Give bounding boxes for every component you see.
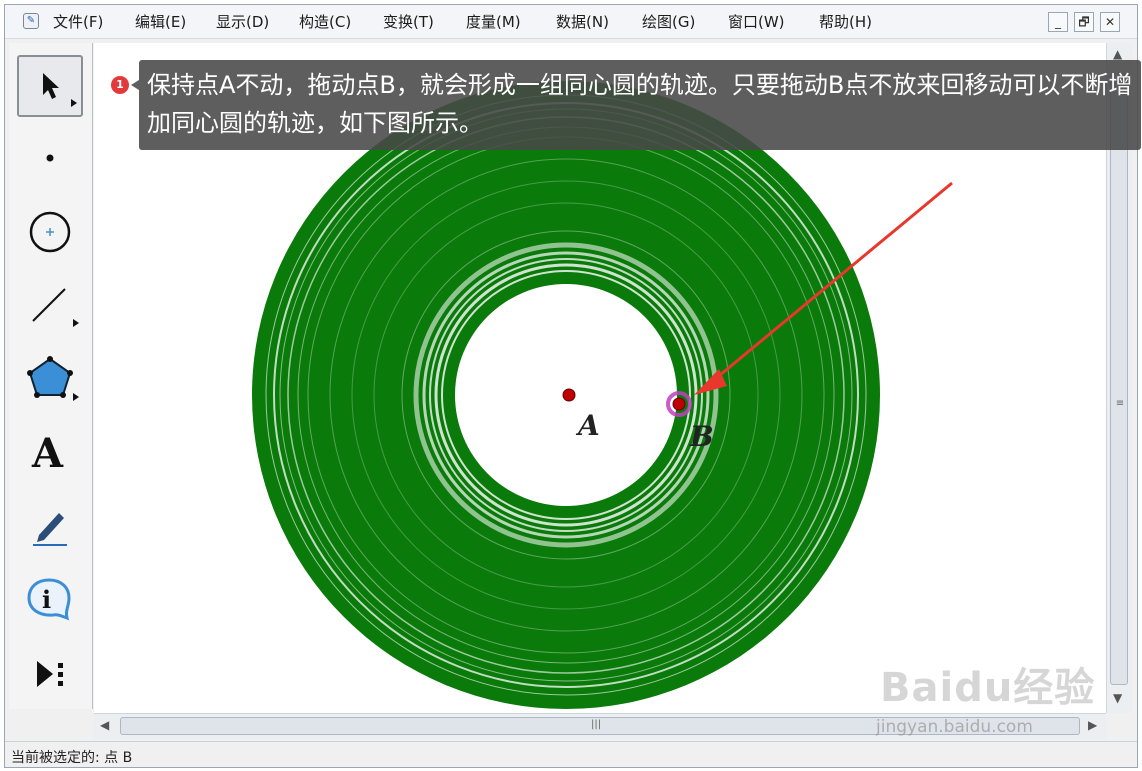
menu-graph[interactable]: 绘图(G) [642, 11, 695, 32]
instruction-callout: 保持点A不动，拖动点B，就会形成一组同心圆的轨迹。只要拖动B点不放来回移动可以不… [139, 60, 1141, 150]
straightedge-tool[interactable] [17, 273, 83, 335]
menu-transform[interactable]: 变换(T) [383, 11, 434, 32]
pen-marker-icon [33, 513, 67, 546]
status-text: 当前被选定的: 点 B [11, 750, 133, 766]
custom-tool[interactable] [17, 643, 83, 705]
point-icon [46, 154, 54, 162]
watermark-logo: Baidu经验 [880, 665, 1096, 711]
point-b[interactable] [672, 397, 686, 411]
polygon-tool[interactable] [17, 347, 83, 409]
grip-icon: ≡ [1115, 398, 1125, 409]
point-a[interactable] [562, 388, 576, 402]
play-more-icon [37, 661, 63, 687]
menu-help[interactable]: 帮助(H) [819, 11, 872, 32]
minimize-button[interactable]: _ [1048, 12, 1068, 32]
menu-file[interactable]: 文件(F) [53, 11, 103, 32]
menu-window[interactable]: 窗口(W) [728, 11, 785, 32]
scroll-up-icon[interactable]: ▲ [1113, 47, 1122, 61]
text-tool[interactable]: A [17, 421, 83, 483]
information-tool[interactable]: i [17, 569, 83, 631]
marker-tool[interactable] [17, 495, 83, 557]
submenu-indicator-icon [73, 319, 79, 327]
vertical-scroll-thumb[interactable]: ≡ [1110, 73, 1128, 685]
app-icon[interactable]: ✎ [23, 13, 39, 29]
compass-tool[interactable] [17, 201, 83, 263]
menu-data[interactable]: 数据(N) [556, 11, 609, 32]
menu-construct[interactable]: 构造(C) [299, 11, 351, 32]
close-button[interactable]: ✕ [1100, 12, 1120, 32]
info-bubble-icon: i [27, 578, 71, 621]
restore-button[interactable]: 🗗 [1074, 12, 1094, 32]
menu-bar: ✎ 文件(F) 编辑(E) 显示(D) 构造(C) 变换(T) 度量(M) 数据… [5, 5, 1137, 39]
grip-icon: ||| [591, 719, 602, 730]
submenu-indicator-icon [71, 99, 77, 107]
arrow-icon [43, 73, 59, 99]
baidu-jingyan-watermark: Baidu经验 jingyan.baidu.com [870, 645, 1130, 745]
watermark-url: jingyan.baidu.com [876, 717, 1033, 737]
point-a-label: A [575, 409, 600, 442]
arrow-select-tool[interactable] [17, 55, 83, 117]
polygon-icon [27, 356, 73, 398]
text-a-icon: A [31, 430, 64, 475]
menu-measure[interactable]: 度量(M) [466, 11, 521, 32]
point-b-label: B [689, 420, 714, 453]
svg-text:A: A [31, 430, 64, 475]
point-tool[interactable] [17, 127, 83, 189]
menu-display[interactable]: 显示(D) [216, 11, 269, 32]
svg-text:i: i [42, 585, 51, 614]
scroll-left-icon[interactable]: ◀ [100, 718, 109, 732]
instruction-text: 保持点A不动，拖动点B，就会形成一组同心圆的轨迹。只要拖动B点不放来回移动可以不… [147, 71, 1133, 137]
toolbox: A i [9, 43, 93, 709]
callout-pointer [131, 80, 139, 90]
submenu-indicator-icon [73, 393, 79, 401]
circle-icon [29, 211, 71, 253]
step-number-badge: 1 [111, 76, 129, 94]
menu-edit[interactable]: 编辑(E) [135, 11, 186, 32]
line-segment-icon [32, 288, 66, 322]
